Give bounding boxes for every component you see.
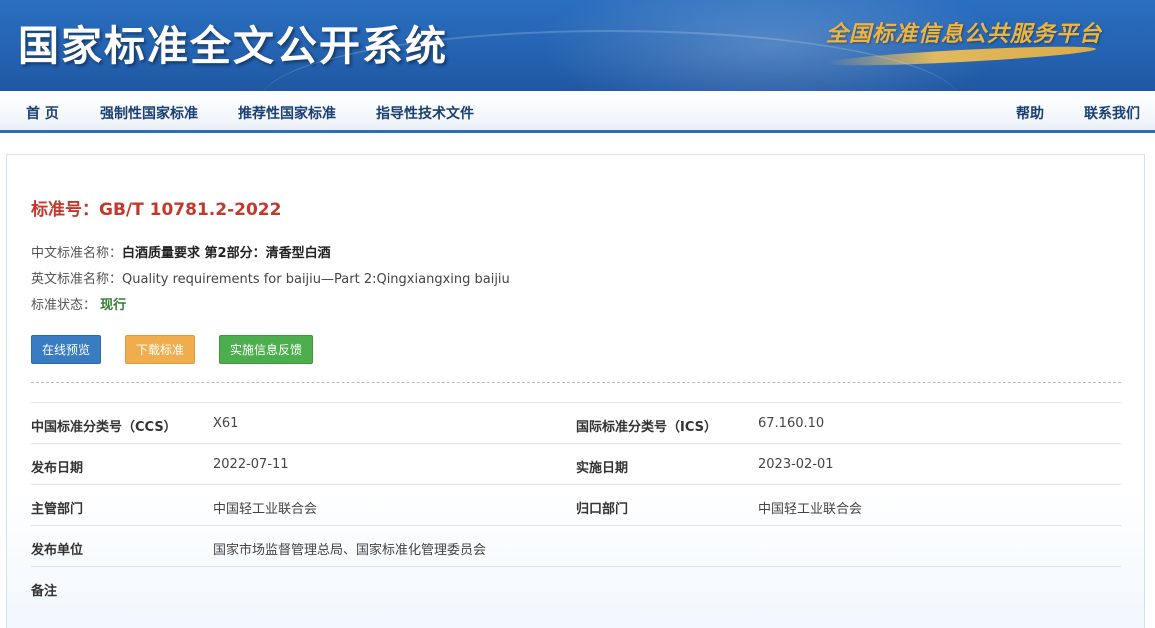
ics-value: 67.160.10 — [758, 416, 825, 431]
ccs-value: X61 — [213, 416, 239, 431]
nav-guidance-documents[interactable]: 指导性技术文件 — [376, 103, 474, 123]
publish-date-label: 发布日期 — [31, 461, 84, 476]
standard-number-value: GB/T 10781.2-2022 — [99, 200, 282, 220]
table-row: 中国标准分类号（CCS） X61 国际标准分类号（ICS） 67.160.10 — [31, 402, 1121, 443]
nav-contact-us[interactable]: 联系我们 — [1084, 103, 1140, 123]
standard-detail-panel: 标准号：GB/T 10781.2-2022 中文标准名称：白酒质量要求 第2部分… — [6, 154, 1145, 628]
status-value: 现行 — [100, 298, 127, 313]
nav-mandatory-standards[interactable]: 强制性国家标准 — [100, 103, 198, 123]
implement-date-label: 实施日期 — [576, 461, 629, 476]
ccs-label: 中国标准分类号（CCS） — [31, 420, 177, 435]
cn-name-value: 白酒质量要求 第2部分：清香型白酒 — [122, 246, 331, 261]
implementation-feedback-button[interactable]: 实施信息反馈 — [219, 335, 313, 364]
table-row: 主管部门 中国轻工业联合会 归口部门 中国轻工业联合会 — [31, 484, 1121, 525]
standard-info-table: 中国标准分类号（CCS） X61 国际标准分类号（ICS） 67.160.10 … — [31, 402, 1121, 607]
centralized-dept-value: 中国轻工业联合会 — [758, 502, 863, 517]
header-banner: 国家标准全文公开系统 全国标准信息公共服务平台 — [0, 0, 1155, 91]
download-standard-button[interactable]: 下载标准 — [125, 335, 195, 364]
en-name-row: 英文标准名称：Quality requirements for baijiu—P… — [31, 268, 510, 287]
publisher-label: 发布单位 — [31, 543, 84, 558]
dashed-divider — [31, 382, 1121, 383]
competent-dept-value: 中国轻工业联合会 — [213, 502, 318, 517]
competent-dept-label: 主管部门 — [31, 502, 84, 517]
cn-name-row: 中文标准名称：白酒质量要求 第2部分：清香型白酒 — [31, 242, 331, 261]
cn-name-label: 中文标准名称： — [31, 246, 123, 261]
remark-label: 备注 — [31, 584, 58, 599]
table-row: 发布日期 2022-07-11 实施日期 2023-02-01 — [31, 443, 1121, 484]
nav-recommended-standards[interactable]: 推荐性国家标准 — [238, 103, 336, 123]
site-title: 国家标准全文公开系统 — [18, 22, 448, 70]
main-nav: 首 页 强制性国家标准 推荐性国家标准 指导性技术文件 帮助 联系我们 — [0, 91, 1155, 133]
status-row: 标准状态： 现行 — [31, 294, 126, 313]
status-label: 标准状态： — [31, 298, 97, 313]
centralized-dept-label: 归口部门 — [576, 502, 629, 517]
ics-label: 国际标准分类号（ICS） — [576, 420, 717, 435]
table-row: 备注 — [31, 566, 1121, 607]
publisher-value: 国家市场监督管理总局、国家标准化管理委员会 — [213, 543, 487, 558]
platform-slogan: 全国标准信息公共服务平台 — [826, 21, 1103, 47]
publish-date-value: 2022-07-11 — [213, 457, 289, 472]
en-name-label: 英文标准名称： — [31, 272, 123, 287]
en-name-value: Quality requirements for baijiu—Part 2:Q… — [122, 272, 510, 287]
standard-number-heading: 标准号：GB/T 10781.2-2022 — [31, 195, 281, 220]
implement-date-value: 2023-02-01 — [758, 457, 834, 472]
table-row: 发布单位 国家市场监督管理总局、国家标准化管理委员会 — [31, 525, 1121, 566]
online-preview-button[interactable]: 在线预览 — [31, 335, 101, 364]
nav-help[interactable]: 帮助 — [1016, 103, 1044, 123]
nav-home[interactable]: 首 页 — [26, 103, 59, 123]
standard-number-label: 标准号： — [31, 200, 99, 220]
